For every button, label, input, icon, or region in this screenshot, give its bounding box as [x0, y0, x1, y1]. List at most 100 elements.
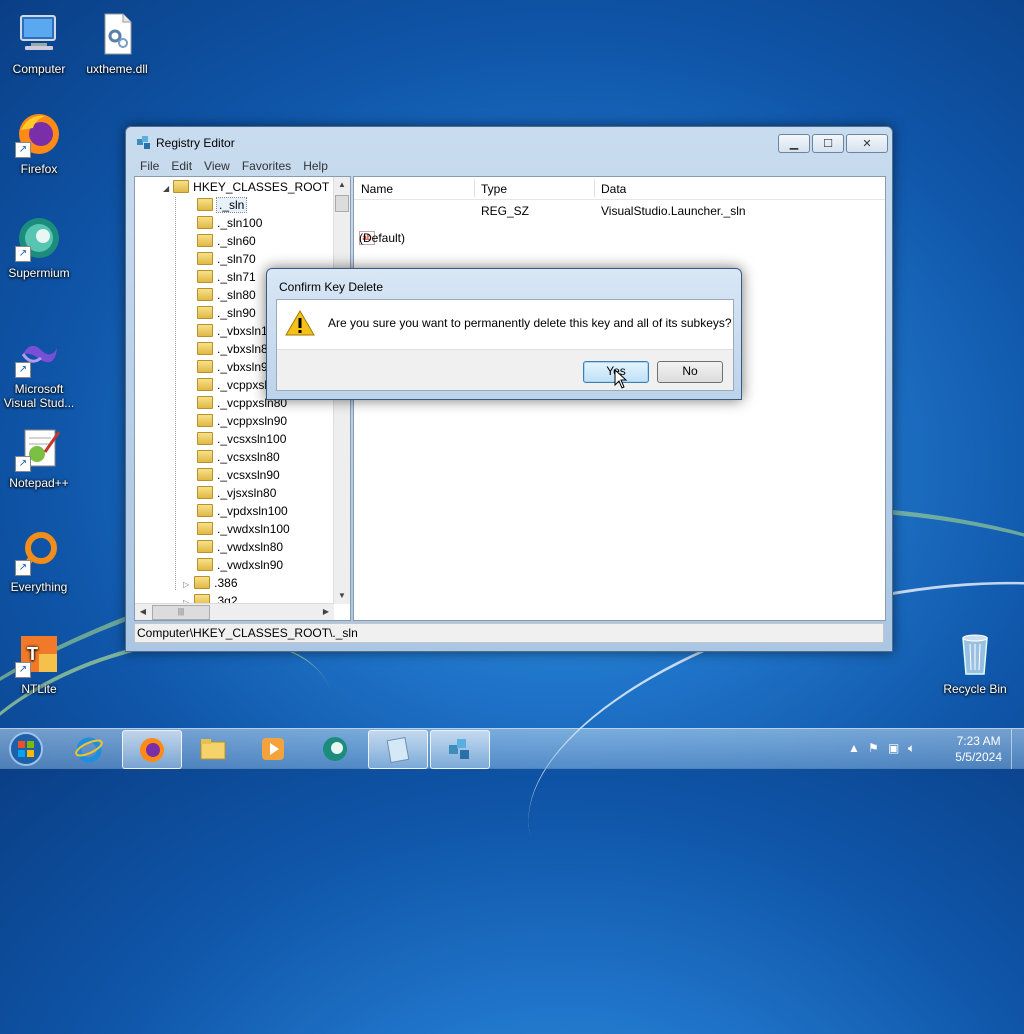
column-divider[interactable]	[594, 179, 595, 197]
tree-item[interactable]: ._vcsxsln80	[197, 448, 280, 466]
scroll-up-icon[interactable]: ▲	[334, 177, 350, 193]
ntlite-icon: T ↗	[15, 630, 63, 678]
shortcut-arrow-icon: ↗	[15, 362, 31, 378]
folder-icon	[197, 414, 213, 427]
tree-item[interactable]: ._vwdxsln80	[197, 538, 283, 556]
tree-item[interactable]: ▷ .386	[183, 574, 238, 592]
maximize-button[interactable]: ☐	[812, 134, 844, 153]
taskbar-supermium[interactable]	[306, 730, 364, 767]
desktop-icon-computer[interactable]: Computer	[0, 10, 78, 76]
tree-item[interactable]: ._vcppxsln90	[197, 412, 287, 430]
warning-icon	[285, 310, 315, 336]
shortcut-arrow-icon: ↗	[15, 246, 31, 262]
notepadpp-icon: ↗	[15, 424, 63, 472]
show-desktop-button[interactable]	[1011, 729, 1024, 769]
taskbar-registry-editor[interactable]	[430, 730, 490, 769]
column-header-type[interactable]: Type	[481, 182, 507, 196]
taskbar-internet-explorer[interactable]	[60, 730, 118, 767]
dialog-message: Are you sure you want to permanently del…	[328, 316, 732, 330]
tree-item[interactable]: ._vjsxsln80	[197, 484, 276, 502]
recycle-bin-icon	[951, 630, 999, 678]
tree-item[interactable]: ._vcsxsln100	[197, 430, 286, 448]
desktop-icon-visual-studio[interactable]: ↗ Microsoft Visual Stud...	[0, 330, 78, 410]
volume-icon[interactable]: 🔈︎	[908, 741, 915, 756]
menu-help[interactable]: Help	[297, 157, 334, 175]
confirm-delete-dialog: Confirm Key Delete Are you sure you want…	[266, 268, 742, 400]
tree-item[interactable]: ._vwdxsln100	[197, 520, 290, 538]
folder-icon	[197, 324, 213, 337]
tree-item-label: ._sln90	[217, 306, 256, 320]
window-titlebar[interactable]: Registry Editor ▁ ☐ ✕	[126, 127, 892, 157]
tree-item-label: ._vcsxsln80	[217, 450, 280, 464]
scrollbar-thumb[interactable]	[335, 195, 349, 212]
tree-item[interactable]: ._sln100	[197, 214, 262, 232]
no-button[interactable]: No	[657, 361, 723, 383]
tree-item[interactable]: ._sln90	[197, 304, 256, 322]
tree-item[interactable]: ._vwdxsln90	[197, 556, 283, 574]
mouse-pointer-icon	[614, 368, 628, 389]
clock[interactable]: 7:23 AM 5/5/2024	[955, 733, 1002, 765]
folder-icon	[197, 396, 213, 409]
tree-node-label: HKEY_CLASSES_ROOT	[193, 180, 330, 194]
tree-item-label: ._vpdxsln100	[217, 504, 288, 518]
desktop-icon-label: NTLite	[21, 682, 57, 696]
tree-item[interactable]: ._vbxsln80	[197, 340, 274, 358]
taskbar-notepad[interactable]	[368, 730, 428, 769]
internet-explorer-icon	[75, 735, 103, 763]
close-button[interactable]: ✕	[846, 134, 888, 153]
tree-item[interactable]: ._vbxsln90	[197, 358, 274, 376]
desktop-icon-recycle-bin[interactable]: Recycle Bin	[936, 630, 1014, 696]
menu-view[interactable]: View	[198, 157, 236, 175]
menu-favorites[interactable]: Favorites	[236, 157, 297, 175]
desktop-icon-notepadpp[interactable]: ↗ Notepad++	[0, 424, 78, 490]
tree-item-label: .386	[214, 576, 238, 590]
taskbar-media-player[interactable]	[244, 730, 302, 767]
desktop-icon-firefox[interactable]: ↗ Firefox	[0, 110, 78, 176]
start-button[interactable]	[6, 731, 46, 767]
tree-item[interactable]: ._vpdxsln100	[197, 502, 288, 520]
regedit-icon	[446, 736, 474, 764]
notepad-icon	[384, 736, 412, 764]
scroll-left-icon[interactable]: ◀	[135, 604, 151, 620]
desktop-icon-everything[interactable]: ↗ Everything	[0, 528, 78, 594]
column-divider[interactable]	[474, 179, 475, 197]
column-header-data[interactable]: Data	[601, 182, 626, 196]
tree-node-root[interactable]: ◢ HKEY_CLASSES_ROOT	[163, 178, 329, 196]
maximize-icon: ☐	[823, 138, 833, 150]
shortcut-arrow-icon: ↗	[15, 662, 31, 678]
folder-icon	[197, 198, 213, 211]
desktop-icon-uxtheme[interactable]: uxtheme.dll	[78, 10, 156, 76]
expand-arrow-icon: ▷	[183, 580, 190, 589]
tree-item-label: ._sln70	[217, 252, 256, 266]
tree-item[interactable]: ._sln71	[197, 268, 256, 286]
show-hidden-icons-icon[interactable]: ▲	[848, 741, 860, 755]
tree-item[interactable]: ._sln80	[197, 286, 256, 304]
tree-horizontal-scrollbar[interactable]: ◀ ||| ▶	[135, 603, 334, 620]
dialog-body: Are you sure you want to permanently del…	[276, 299, 734, 391]
tree-item[interactable]: ._sln70	[197, 250, 256, 268]
tree-item-label: ._vwdxsln80	[217, 540, 284, 554]
regedit-icon	[136, 135, 152, 151]
minimize-button[interactable]: ▁	[778, 134, 810, 153]
scroll-down-icon[interactable]: ▼	[334, 588, 350, 604]
taskbar: ▲ ⚑ ▣ 🔈︎ 7:23 AM 5/5/2024	[0, 728, 1024, 769]
desktop-icon-supermium[interactable]: ↗ Supermium	[0, 214, 78, 280]
action-center-flag-icon[interactable]: ⚑	[868, 741, 879, 755]
taskbar-firefox[interactable]	[122, 730, 182, 769]
desktop-icon-ntlite[interactable]: T ↗ NTLite	[0, 630, 78, 696]
tree-item[interactable]: ._vcsxsln90	[197, 466, 280, 484]
clock-time: 7:23 AM	[956, 734, 1001, 748]
tree-guide-line	[175, 197, 176, 590]
tree-item-label: ._sln71	[217, 270, 256, 284]
tree-item[interactable]: ._sln60	[197, 232, 256, 250]
network-icon[interactable]: ▣	[888, 741, 899, 755]
menu-edit[interactable]: Edit	[165, 157, 198, 175]
menu-file[interactable]: File	[134, 157, 165, 175]
desktop-icon-label: Firefox	[20, 162, 58, 176]
folder-icon	[173, 180, 190, 193]
scroll-right-icon[interactable]: ▶	[318, 604, 334, 620]
taskbar-file-explorer[interactable]	[184, 730, 242, 767]
tree-item[interactable]: ._sln	[197, 196, 248, 214]
scrollbar-thumb[interactable]: |||	[152, 605, 210, 620]
column-header-name[interactable]: Name	[361, 182, 393, 196]
